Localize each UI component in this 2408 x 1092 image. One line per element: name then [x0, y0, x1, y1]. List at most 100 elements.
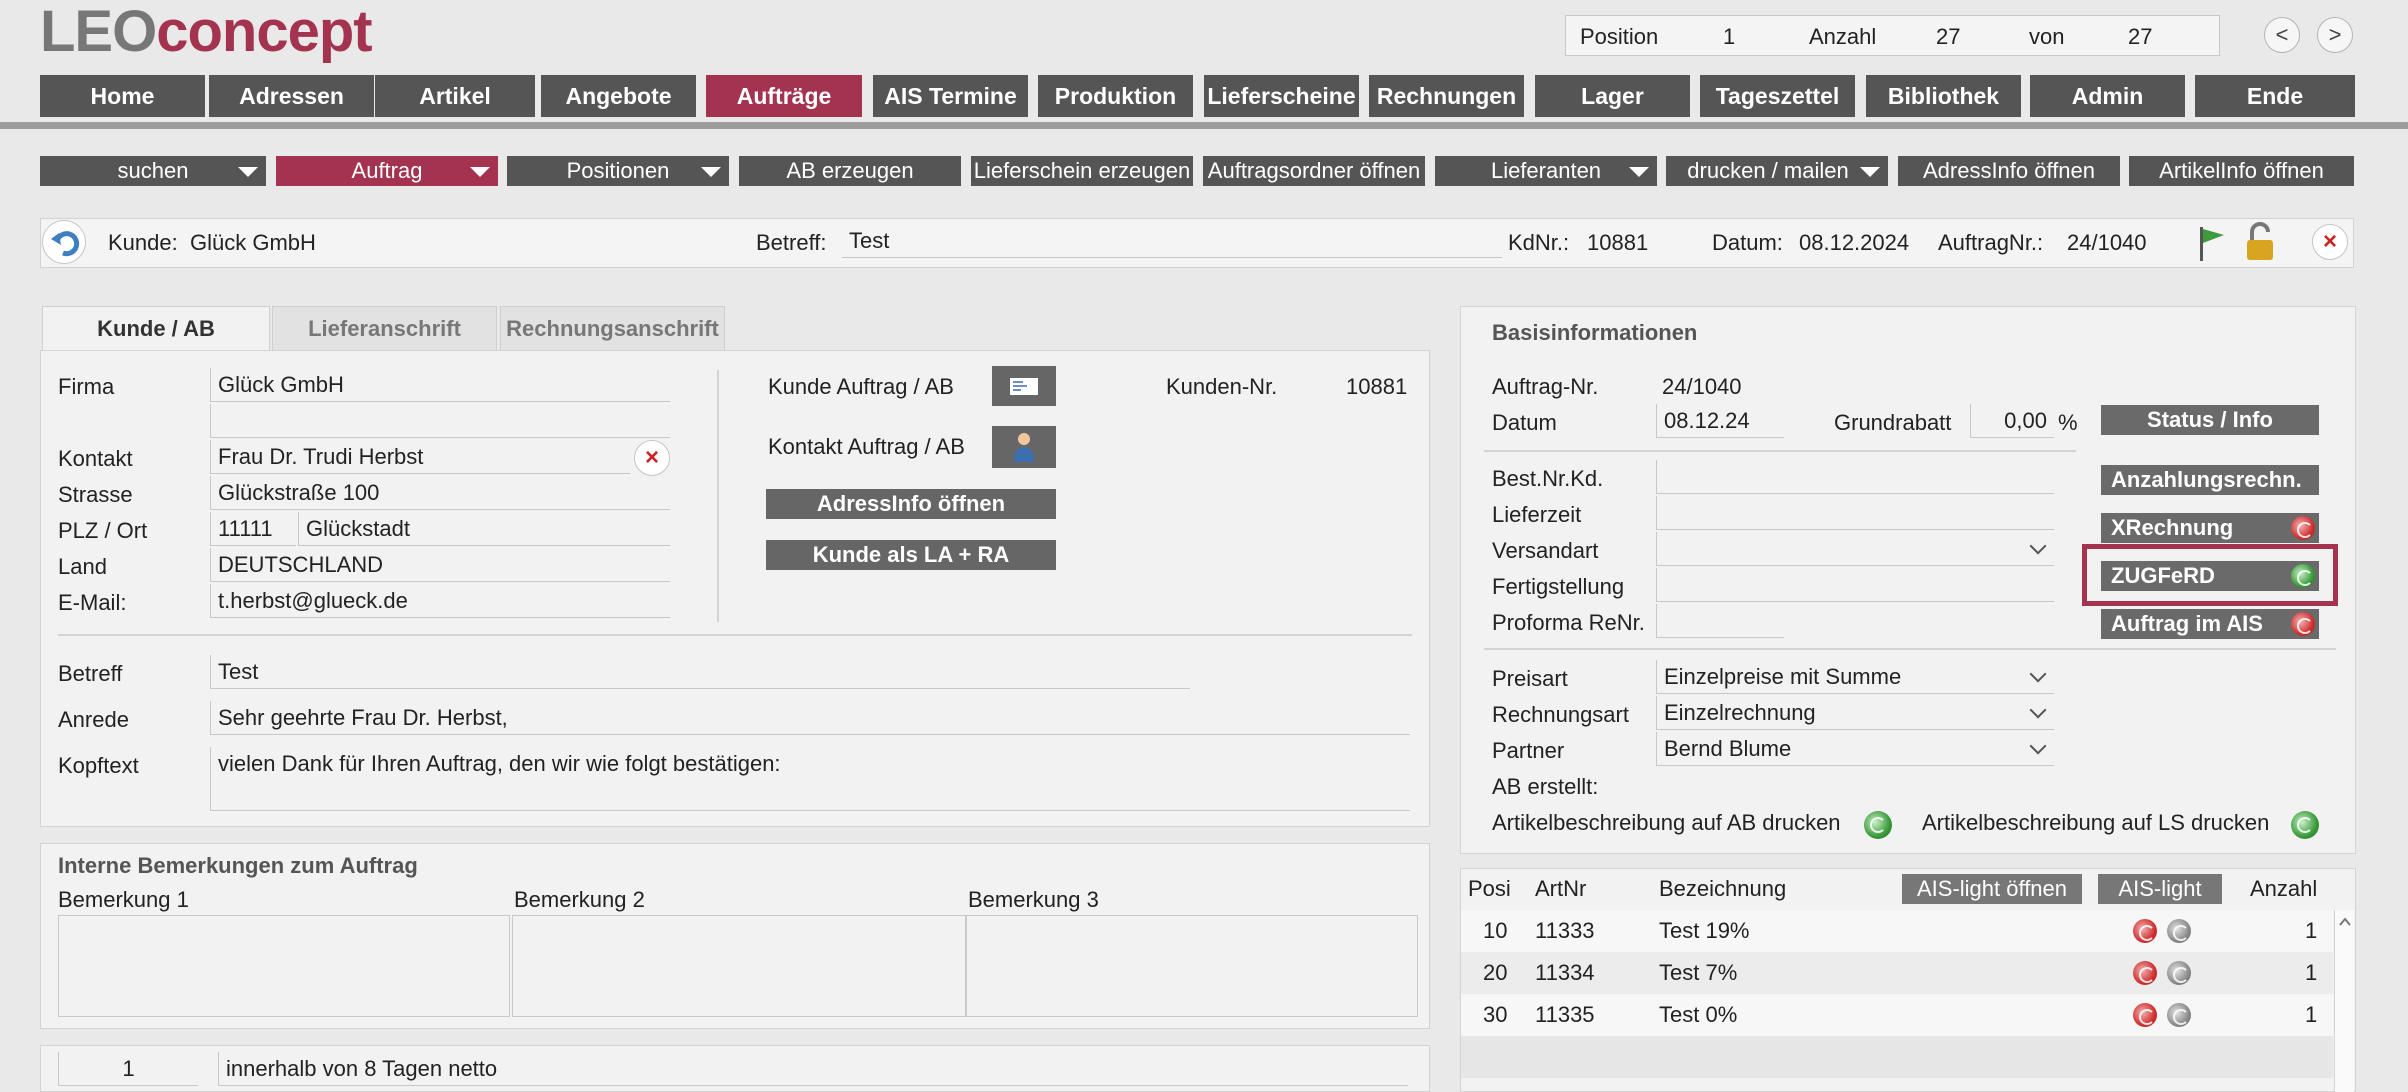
versandart-label: Versandart	[1492, 538, 1599, 563]
payment-term-text[interactable]: innerhalb von 8 Tagen netto	[218, 1052, 1408, 1086]
kontakt-auftrag-button[interactable]	[992, 426, 1056, 468]
bemerkung-1-input[interactable]	[58, 915, 510, 1017]
toolbar-lieferschein-erzeugen[interactable]: Lieferschein erzeugen	[971, 156, 1193, 186]
lieferzeit-field[interactable]	[1656, 496, 2054, 530]
tab-kunde-ab[interactable]: Kunde / AB	[42, 306, 270, 352]
plz-field[interactable]: 11111	[210, 512, 296, 546]
menu-bibliothek[interactable]: Bibliothek	[1866, 75, 2021, 117]
firma-label: Firma	[58, 374, 115, 399]
cell-bezeichnung: Test 0%	[1659, 1002, 1738, 1027]
person-icon	[1014, 433, 1034, 462]
scroll-up-icon[interactable]	[2335, 914, 2355, 930]
rechnungsart-select[interactable]: Einzelrechnung	[1656, 696, 2054, 730]
menu-home[interactable]: Home	[40, 75, 205, 117]
flag-icon[interactable]	[2196, 225, 2228, 263]
partner-label: Partner	[1492, 738, 1565, 763]
toolbar-auftrag[interactable]: Auftrag	[276, 156, 498, 186]
status-info-button[interactable]: Status / Info	[2101, 405, 2319, 435]
zugferd-button[interactable]: ZUGFeRD	[2101, 561, 2319, 591]
remarks-title: Interne Bemerkungen zum Auftrag	[58, 853, 418, 878]
menu-auftraege[interactable]: Aufträge	[706, 75, 862, 117]
basis-divider-1	[1484, 450, 2076, 452]
table-row[interactable]: 30 11335 Test 0% 1	[1461, 994, 2333, 1036]
tab-rechnungsanschrift[interactable]: Rechnungsanschrift	[500, 306, 725, 350]
datum-basis-label: Datum	[1492, 410, 1557, 435]
anrede-input[interactable]: Sehr geehrte Frau Dr. Herbst,	[210, 701, 1410, 735]
kopftext-input[interactable]: vielen Dank für Ihren Auftrag, den wir w…	[210, 747, 1410, 811]
strasse-field[interactable]: Glückstraße 100	[210, 476, 670, 510]
bemerkung-3-input[interactable]	[966, 915, 1418, 1017]
firma2-field[interactable]	[210, 404, 670, 438]
betreff-field[interactable]: Test	[842, 224, 1502, 258]
table-scrollbar[interactable]	[2334, 910, 2354, 1092]
toolbar-suchen[interactable]: suchen	[40, 156, 266, 186]
table-row[interactable]: 20 11334 Test 7% 1	[1461, 952, 2333, 994]
back-button[interactable]	[42, 220, 86, 264]
auftrag-im-ais-button[interactable]: Auftrag im AIS	[2101, 609, 2319, 639]
adressinfo-button[interactable]: AdressInfo öffnen	[766, 489, 1056, 519]
menu-admin[interactable]: Admin	[2030, 75, 2185, 117]
chevron-down-icon	[2029, 665, 2047, 683]
address-card-icon	[1010, 378, 1038, 395]
toolbar-drucken-mailen[interactable]: drucken / mailen	[1666, 156, 1888, 186]
proforma-field[interactable]	[1656, 604, 1784, 638]
next-record-button[interactable]: >	[2317, 17, 2353, 53]
close-icon[interactable]: ×	[2312, 224, 2348, 260]
kundennr-value: 10881	[1346, 374, 1408, 399]
preisart-label: Preisart	[1492, 666, 1568, 691]
menu-produktion[interactable]: Produktion	[1038, 75, 1193, 117]
menu-ende[interactable]: Ende	[2195, 75, 2355, 117]
ort-field[interactable]: Glückstadt	[298, 512, 670, 546]
datum-basis-field[interactable]: 08.12.24	[1656, 404, 1784, 438]
menu-ais-termine[interactable]: AIS Termine	[873, 75, 1028, 117]
xrechnung-button[interactable]: XRechnung	[2101, 513, 2319, 543]
grundrabatt-field[interactable]: 0,00	[1970, 404, 2054, 438]
menu-lieferscheine[interactable]: Lieferscheine	[1204, 75, 1359, 117]
prev-record-button[interactable]: <	[2264, 17, 2300, 53]
menu-rechnungen[interactable]: Rechnungen	[1369, 75, 1524, 117]
lock-icon[interactable]	[2242, 222, 2280, 264]
ais-light-oeffnen-button[interactable]: AIS-light öffnen	[1902, 874, 2082, 904]
toolbar-artikelinfo[interactable]: ArtikelInfo öffnen	[2129, 156, 2354, 186]
artikel-ls-toggle-icon[interactable]	[2291, 811, 2319, 839]
toolbar-auftragsordner[interactable]: Auftragsordner öffnen	[1203, 156, 1425, 186]
toolbar-auftrag-label: Auftrag	[351, 158, 423, 183]
bemerkung-2-input[interactable]	[512, 915, 966, 1017]
auftragnr-basis-label: Auftrag-Nr.	[1492, 374, 1599, 399]
email-field[interactable]: t.herbst@glueck.de	[210, 584, 670, 618]
toolbar-lieferanten[interactable]: Lieferanten	[1435, 156, 1657, 186]
cell-posi: 20	[1483, 960, 1508, 985]
cell-posi: 10	[1483, 918, 1508, 943]
kunde-auftrag-button[interactable]	[992, 366, 1056, 406]
kontakt-field[interactable]: Frau Dr. Trudi Herbst	[210, 440, 630, 474]
menu-adressen[interactable]: Adressen	[209, 75, 374, 117]
menu-artikel[interactable]: Artikel	[375, 75, 535, 117]
menu-tageszettel[interactable]: Tageszettel	[1700, 75, 1855, 117]
menu-lager[interactable]: Lager	[1535, 75, 1690, 117]
kdnr-label: KdNr.:	[1508, 230, 1570, 255]
tab-lieferanschrift[interactable]: Lieferanschrift	[272, 306, 497, 350]
partner-select[interactable]: Bernd Blume	[1656, 732, 2054, 766]
kunde-la-ra-button[interactable]: Kunde als LA + RA	[766, 540, 1056, 570]
artikel-ab-toggle-icon[interactable]	[1864, 811, 1892, 839]
fertigstellung-field[interactable]	[1656, 568, 2054, 602]
toolbar-positionen[interactable]: Positionen	[507, 156, 729, 186]
toolbar-adressinfo[interactable]: AdressInfo öffnen	[1898, 156, 2120, 186]
menu-angebote[interactable]: Angebote	[541, 75, 696, 117]
xrechnung-label: XRechnung	[2111, 515, 2234, 540]
clear-kontakt-icon[interactable]: ×	[634, 440, 670, 476]
best-nr-field[interactable]	[1656, 460, 2054, 494]
of-label: von	[2029, 24, 2065, 49]
toolbar-ab-erzeugen[interactable]: AB erzeugen	[739, 156, 961, 186]
table-row[interactable]: 10 11333 Test 19% 1	[1461, 910, 2333, 952]
auftragnr-value: 24/1040	[2067, 230, 2147, 255]
basis-title: Basisinformationen	[1492, 320, 1698, 345]
preisart-select[interactable]: Einzelpreise mit Summe	[1656, 660, 2054, 694]
land-field[interactable]: DEUTSCHLAND	[210, 548, 670, 582]
anzahlungsrechnung-button[interactable]: Anzahlungsrechn.	[2101, 465, 2319, 495]
betreff-input[interactable]: Test	[210, 655, 1190, 689]
firma-field[interactable]: Glück GmbH	[210, 368, 670, 402]
payment-term-number[interactable]: 1	[58, 1052, 198, 1086]
land-label: Land	[58, 554, 107, 579]
versandart-select[interactable]	[1656, 532, 2054, 566]
